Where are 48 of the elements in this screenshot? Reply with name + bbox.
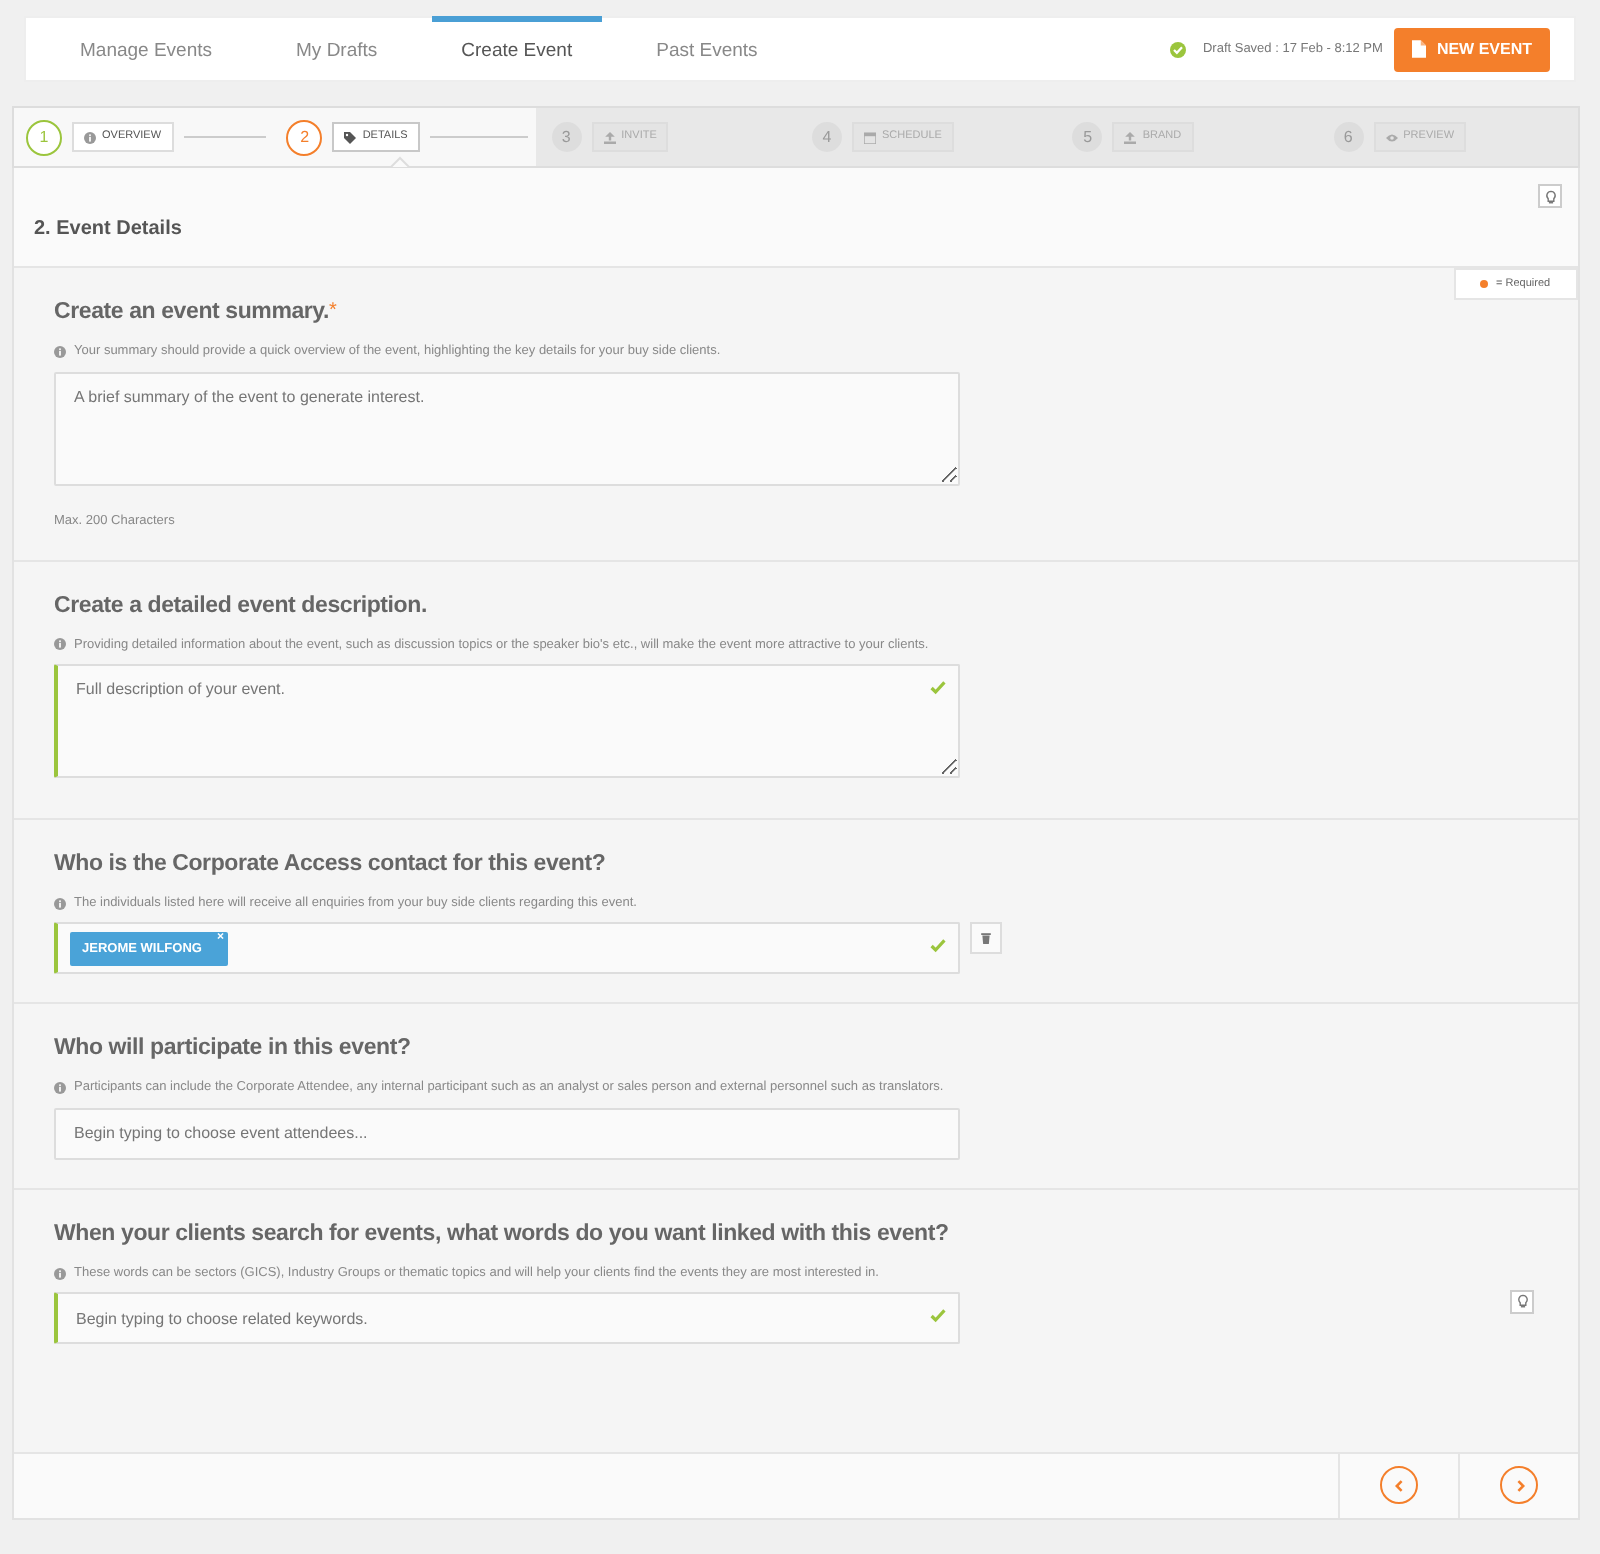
info-icon — [54, 897, 66, 910]
section-heading: When your clients search for events, what words do you want linked with this event? — [54, 1221, 949, 1250]
check-circle-icon — [1170, 41, 1187, 57]
info-icon — [54, 1267, 66, 1280]
info-icon — [54, 1082, 66, 1095]
check-icon — [930, 1308, 946, 1325]
section-heading: Create a detailed event description. — [54, 593, 427, 622]
step-number: 1 — [26, 119, 62, 155]
tip-button[interactable] — [1510, 1289, 1534, 1314]
nav-tab[interactable]: My Drafts — [266, 16, 408, 82]
new-event-button[interactable]: NEW EVENT — [1394, 27, 1550, 71]
trash-icon — [980, 932, 992, 945]
eye-icon — [1385, 131, 1398, 143]
info-icon — [54, 345, 66, 358]
required-dot-icon — [1480, 280, 1488, 289]
step-number: 2 — [286, 119, 323, 155]
step-number: 4 — [811, 122, 842, 152]
section-heading: Create an event summary. — [54, 300, 330, 328]
nav-tab[interactable]: Manage Events — [50, 16, 243, 82]
check-icon — [930, 680, 946, 697]
step-number: 6 — [1333, 122, 1364, 152]
input-field[interactable]: Begin typing to choose event attendees... — [54, 1107, 960, 1160]
document-icon — [1412, 40, 1427, 58]
nav-tab[interactable]: Create Event — [431, 16, 603, 82]
input-field[interactable]: Begin typing to choose related keywords. — [54, 1292, 960, 1345]
section-heading: Who is the Corporate Access contact for this event? — [54, 851, 606, 880]
panel-title: 2. Event Details — [34, 217, 182, 241]
tag-icon — [344, 131, 357, 143]
nav-tab[interactable]: Past Events — [626, 16, 788, 82]
required-asterisk: * — [329, 300, 337, 322]
info-icon — [84, 131, 96, 143]
check-icon — [930, 938, 946, 955]
text-area[interactable]: A brief summary of the event to generate interest. — [54, 371, 960, 486]
section-heading: Who will participate in this event? — [54, 1036, 411, 1065]
lightbulb-icon — [1543, 189, 1557, 203]
tip-button[interactable] — [1538, 184, 1562, 208]
info-icon — [54, 638, 66, 651]
text-area[interactable]: Full description of your event. — [54, 664, 960, 779]
next-button[interactable] — [1500, 1466, 1538, 1505]
step-number: 5 — [1072, 122, 1103, 152]
lightbulb-icon — [1515, 1294, 1529, 1309]
chevron-left-icon — [1391, 1477, 1407, 1494]
upload-icon — [1124, 131, 1137, 143]
calendar-icon — [863, 131, 876, 143]
upload-icon — [603, 131, 616, 143]
step-number: 3 — [551, 122, 582, 152]
previous-button[interactable] — [1380, 1466, 1418, 1505]
delete-button[interactable] — [970, 922, 1002, 955]
